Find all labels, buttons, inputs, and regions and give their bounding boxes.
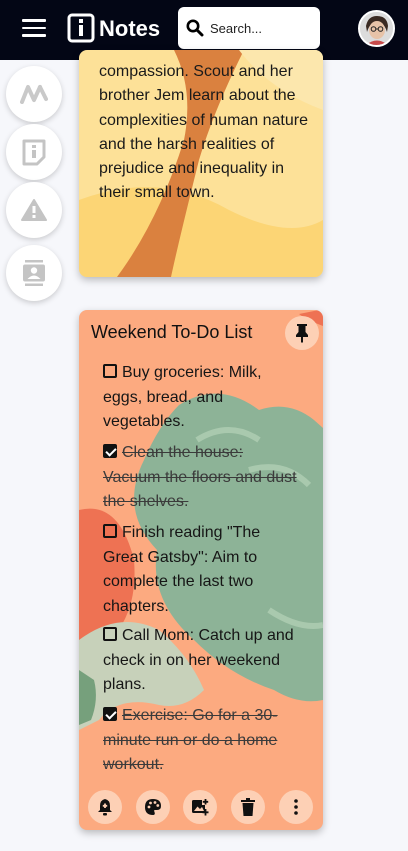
user-avatar[interactable]	[358, 10, 395, 47]
note-text: compassion. Scout and her brother Jem le…	[99, 63, 308, 202]
more-icon	[294, 799, 298, 815]
todo-text: Exercise: Go for a 30-minute run or do a…	[103, 707, 278, 773]
checkbox[interactable]	[103, 364, 117, 378]
rail-notes-button[interactable]	[6, 124, 62, 180]
notes-icon	[22, 139, 46, 166]
note-actions	[79, 790, 323, 826]
reminder-icon	[98, 799, 112, 816]
rail-warning-button[interactable]	[6, 182, 62, 238]
todo-text: Finish reading "The Great Gatsby": Aim t…	[103, 524, 261, 615]
todo-item[interactable]: Exercise: Go for a 30-minute run or do a…	[103, 704, 303, 778]
todo-text: Clean the house: Vacuum the floors and d…	[103, 444, 297, 510]
checkbox-checked[interactable]	[103, 444, 117, 458]
todo-text: Call Mom: Catch up and check in on her w…	[103, 627, 294, 693]
reminder-button[interactable]	[88, 790, 122, 824]
checkbox-checked[interactable]	[103, 707, 117, 721]
color-button[interactable]	[136, 790, 170, 824]
search-icon	[186, 19, 204, 37]
avatar-image	[360, 12, 393, 45]
palette-icon	[145, 799, 161, 815]
brand-icon	[20, 85, 48, 104]
contact-icon	[23, 260, 45, 286]
note-card[interactable]: compassion. Scout and her brother Jem le…	[79, 50, 323, 277]
search-input[interactable]	[210, 17, 314, 39]
todo-text: Buy groceries: Milk, eggs, bread, and ve…	[103, 364, 262, 430]
menu-icon[interactable]	[22, 19, 46, 39]
notes-logo-icon	[67, 13, 95, 43]
checkbox[interactable]	[103, 524, 117, 538]
rail-brand-button[interactable]	[6, 66, 62, 122]
search-box[interactable]	[178, 7, 320, 49]
todo-note-card[interactable]: Weekend To-Do List Buy groceries: Milk, …	[79, 310, 323, 830]
checkbox[interactable]	[103, 627, 117, 641]
pin-icon	[296, 324, 308, 343]
delete-button[interactable]	[231, 790, 265, 824]
warning-icon	[21, 199, 47, 221]
rail-contacts-button[interactable]	[6, 245, 62, 301]
todo-item[interactable]: Clean the house: Vacuum the floors and d…	[103, 441, 303, 515]
delete-icon	[241, 798, 255, 816]
more-options-button[interactable]	[279, 790, 313, 824]
pin-button[interactable]	[285, 316, 319, 350]
todo-item[interactable]: Call Mom: Catch up and check in on her w…	[103, 624, 303, 698]
add-image-button[interactable]	[183, 790, 217, 824]
todo-item[interactable]: Buy groceries: Milk, eggs, bread, and ve…	[103, 361, 303, 435]
todo-item[interactable]: Finish reading "The Great Gatsby": Aim t…	[103, 521, 303, 619]
add-image-icon	[192, 798, 209, 816]
app-title: Notes	[99, 16, 161, 41]
note-title: Weekend To-Do List	[91, 322, 253, 342]
